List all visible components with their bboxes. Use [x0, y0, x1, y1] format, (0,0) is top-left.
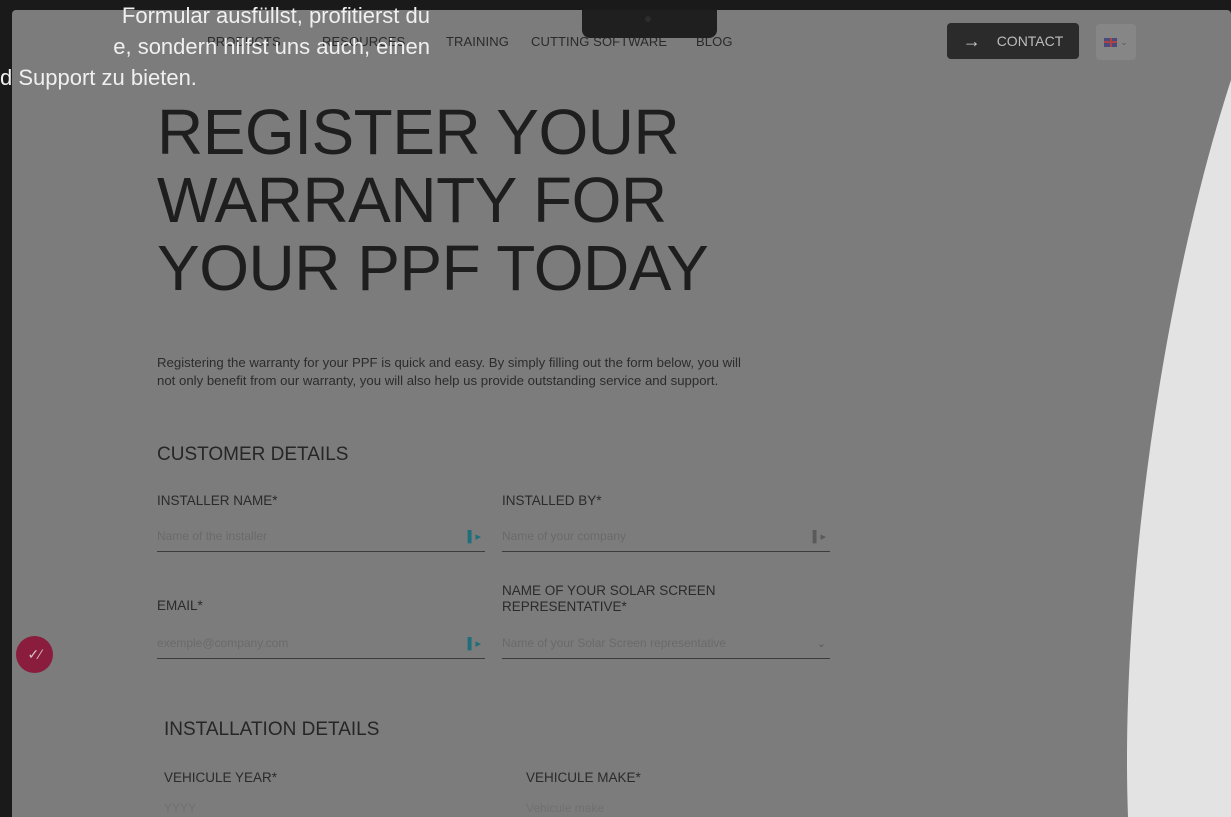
- intro-line: Registering the warranty for your PPF is…: [157, 355, 741, 370]
- vehicule-make-placeholder: Vehicule make: [526, 801, 605, 815]
- email-label: EMAIL*: [157, 598, 203, 613]
- camera-icon: [645, 16, 651, 22]
- overlay-line: e, sondern hilfst uns auch, einen: [113, 34, 430, 59]
- language-selector[interactable]: ⌄: [1096, 24, 1136, 60]
- chevron-down-icon: ⌄: [816, 637, 826, 650]
- installer-name-label: INSTALLER NAME*: [157, 493, 278, 508]
- overlay-paragraph: Formular ausfüllst, profitierst du e, so…: [0, 0, 430, 93]
- arrow-right-icon: →: [962, 30, 981, 51]
- intro-paragraph: Registering the warranty for your PPF is…: [157, 354, 837, 390]
- representative-label-line: NAME OF YOUR SOLAR SCREEN: [502, 583, 716, 598]
- installed-by-label: INSTALLED BY*: [502, 493, 602, 508]
- chat-icon: ✓⁄: [27, 646, 42, 662]
- contact-button[interactable]: → CONTACT: [947, 23, 1079, 59]
- camera-notch: [582, 10, 717, 38]
- representative-label: NAME OF YOUR SOLAR SCREEN REPRESENTATIVE…: [502, 583, 716, 615]
- intro-line: not only benefit from our warranty, you …: [157, 373, 719, 388]
- page-title: REGISTER YOUR WARRANTY FOR YOUR PPF TODA…: [157, 98, 857, 302]
- autofill-icon: ▌▸: [812, 530, 826, 543]
- title-line: WARRANTY FOR: [157, 164, 667, 236]
- title-line: REGISTER YOUR: [157, 96, 680, 168]
- overlay-line: Formular ausfüllst, profitierst du: [121, 3, 430, 28]
- uk-flag-icon: [1104, 37, 1118, 47]
- installed-by-field[interactable]: Name of your company ▌▸: [502, 521, 830, 552]
- email-field[interactable]: exemple@company.com ▌▸: [157, 628, 485, 659]
- installed-by-placeholder: Name of your company: [502, 529, 627, 543]
- overlay-line: d Support zu bieten.: [0, 65, 197, 90]
- representative-select[interactable]: Name of your Solar Screen representative…: [502, 628, 830, 659]
- autofill-icon: ▌▸: [467, 637, 481, 650]
- vehicule-year-placeholder: YYYY: [164, 801, 197, 815]
- nav-link-training[interactable]: TRAINING: [446, 34, 509, 49]
- installer-name-field[interactable]: Name of the installer ▌▸: [157, 521, 485, 552]
- browser-viewport: PRODUCTS RESOURCES TRAINING CUTTING SOFT…: [12, 10, 1231, 817]
- contact-label: CONTACT: [996, 33, 1064, 49]
- autofill-icon: ▌▸: [467, 530, 481, 543]
- email-placeholder: exemple@company.com: [157, 636, 289, 650]
- chat-widget-button[interactable]: ✓⁄: [16, 636, 53, 673]
- representative-placeholder: Name of your Solar Screen representative: [502, 636, 727, 650]
- customer-details-heading: CUSTOMER DETAILS: [157, 444, 349, 465]
- vehicule-make-label: VEHICULE MAKE*: [526, 770, 641, 785]
- installation-details-heading: INSTALLATION DETAILS: [164, 719, 380, 740]
- vehicule-make-field[interactable]: Vehicule make: [526, 801, 854, 817]
- installer-name-placeholder: Name of the installer: [157, 529, 268, 543]
- representative-label-line: REPRESENTATIVE*: [502, 599, 627, 614]
- vehicule-year-field[interactable]: YYYY: [164, 801, 492, 817]
- title-line: YOUR PPF TODAY: [157, 232, 709, 304]
- vehicule-year-label: VEHICULE YEAR*: [164, 770, 278, 785]
- chevron-down-icon: ⌄: [1120, 36, 1128, 47]
